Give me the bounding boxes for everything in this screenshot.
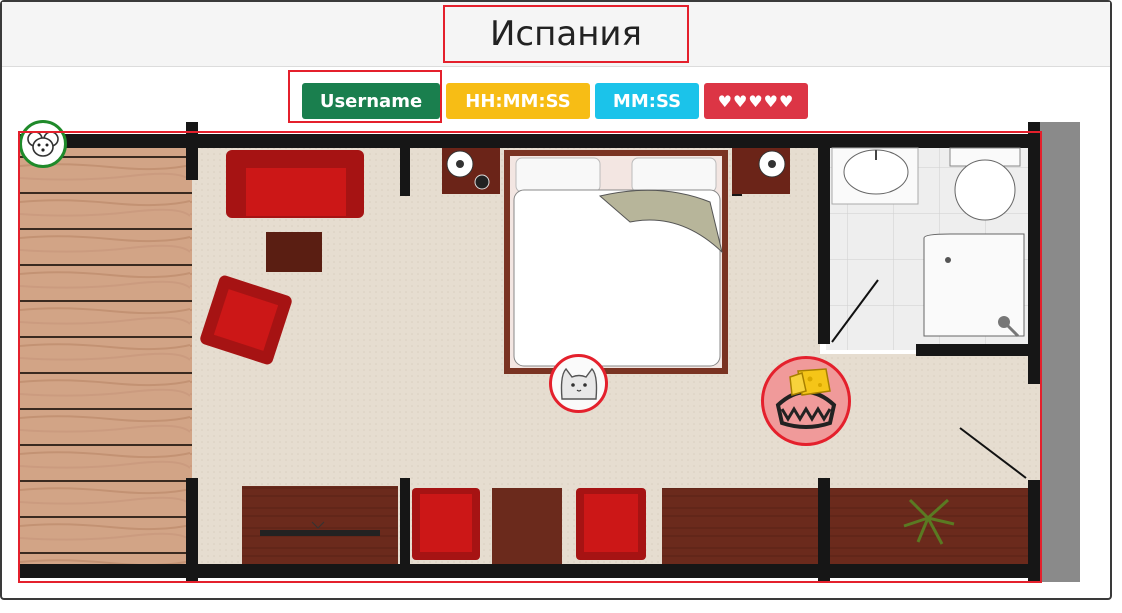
outer-gray-wall [1040,122,1080,582]
elapsed-timer-badge: HH:MM:SS [446,83,590,119]
countdown-timer-badge: MM:SS [595,83,699,119]
nightstand-right [732,148,790,194]
bed [504,150,728,374]
entry-cabinet [830,488,1028,564]
header-bar: Испания [2,2,1110,67]
mouse-icon[interactable] [19,120,67,168]
desk [492,488,562,564]
balcony-deck [20,136,192,576]
shower [923,233,1025,338]
nightstand-left [442,148,500,194]
sofa [226,150,364,218]
dresser [662,488,818,564]
username-badge[interactable]: Username [302,83,440,119]
coffee-table [266,232,322,272]
tv-stand [242,486,398,564]
game-board[interactable] [20,122,1080,582]
cheese-trap-icon[interactable] [761,356,851,446]
lives-badge: ♥♥♥♥♥ [704,83,808,119]
page-title: Испания [490,14,642,54]
chair-left [412,488,480,560]
cat-icon[interactable] [549,354,608,413]
chair-right [576,488,646,560]
title-highlight: Испания [443,5,689,63]
sink [831,147,919,205]
